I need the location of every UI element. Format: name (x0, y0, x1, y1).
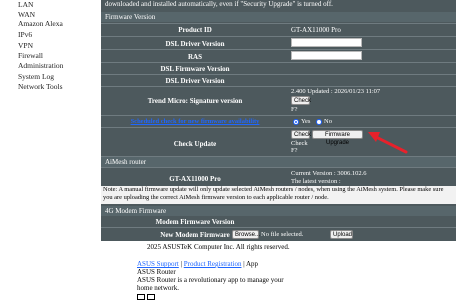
dsl-driver-input[interactable] (291, 38, 362, 47)
divider (101, 49, 456, 50)
copyright: 2025 ASUSTeK Computer Inc. All rights re… (147, 243, 290, 251)
ras-input[interactable] (291, 51, 362, 60)
trend-micro-label: Trend Micro: Signature version (147, 97, 243, 105)
no-file-selected: No file selected. (261, 231, 304, 238)
aimesh-model: GT-AX11000 Pro (169, 175, 221, 183)
scheduled-check-label[interactable]: Scheduled check for new firmware availab… (101, 118, 289, 125)
divider (101, 74, 456, 75)
trend-micro-status: F? (291, 106, 298, 113)
product-id-value: GT-AX11000 Pro (291, 26, 341, 34)
firmware-upgrade-button[interactable]: Firmware Upgrade (312, 130, 363, 146)
firmware-panel: downloaded and installed automatically, … (101, 0, 456, 232)
divider (101, 86, 456, 87)
sidebar-item-firewall[interactable]: Firewall (18, 51, 43, 60)
dsl-firmware-label: DSL Firmware Version (160, 65, 230, 73)
asus-support-link[interactable]: ASUS Support (137, 260, 179, 268)
aimesh-note: Note: A manual firmware update will only… (101, 186, 456, 204)
dsl-driver-label: DSL Driver Version (165, 40, 225, 48)
divider (101, 167, 456, 168)
product-id-label: Product ID (178, 26, 212, 34)
scheduled-no-radio[interactable] (316, 119, 322, 125)
firmware-version-section: Firmware Version (101, 12, 456, 22)
security-upgrade-note: downloaded and installed automatically, … (105, 0, 333, 8)
divider (101, 115, 456, 116)
check-update-button[interactable]: Check (291, 130, 311, 139)
divider (101, 36, 456, 37)
asus-router-desc-2: home network. (137, 284, 179, 292)
scheduled-yes-label: Yes (301, 118, 311, 125)
divider (101, 62, 456, 63)
new-modem-row: New Modem Firmware Browse... No file sel… (101, 228, 456, 241)
sidebar-item-wan[interactable]: WAN (18, 10, 35, 19)
aimesh-section: AiMesh router (101, 157, 456, 167)
app-text: | App (241, 260, 259, 268)
check-update-status-2: F? (291, 147, 298, 154)
asus-router-desc: ASUS Router is a revolutionary app to ma… (137, 276, 284, 284)
product-registration-link[interactable]: Product Registration (184, 260, 242, 268)
upload-button[interactable]: Upload (330, 230, 353, 239)
check-update-status: Check (291, 140, 308, 147)
qr-icon (147, 294, 155, 300)
trend-micro-version: 2.400 Updated : 2026/01/23 11:07 (291, 88, 381, 95)
sidebar-item-system-log[interactable]: System Log (18, 72, 54, 81)
dsl-driver-version-label: DSL Driver Version (165, 77, 225, 85)
qr-icon (137, 294, 145, 300)
trend-micro-check-button[interactable]: Check (291, 96, 311, 105)
footer-links: ASUS Support | Product Registration | Ap… (137, 260, 259, 268)
sidebar-item-lan[interactable]: LAN (18, 0, 33, 9)
sidebar-item-vpn[interactable]: VPN (18, 41, 33, 50)
aimesh-latest-version: The latest version : (291, 178, 341, 185)
check-update-label: Check Update (173, 140, 217, 148)
sidebar-item-amazon-alexa[interactable]: Amazon Alexa (18, 19, 63, 28)
sidebar-item-ipv6[interactable]: IPv6 (18, 30, 32, 39)
asus-router-title: ASUS Router (137, 268, 176, 276)
browse-button[interactable]: Browse... (232, 230, 260, 239)
fourg-section: 4G Modem Firmware (101, 206, 456, 216)
ras-label: RAS (187, 53, 202, 61)
scheduled-check-link[interactable]: Scheduled check for new firmware availab… (131, 118, 260, 125)
arrow-annotation-icon (368, 132, 408, 154)
sidebar-item-administration[interactable]: Administration (18, 61, 63, 70)
sidebar-item-network-tools[interactable]: Network Tools (18, 82, 63, 91)
divider (101, 23, 456, 24)
aimesh-current-version: Current Version : 3006.102.6 (291, 170, 367, 177)
modem-version-label: Modem Firmware Version (155, 218, 235, 226)
scheduled-no-label: No (324, 118, 332, 125)
scheduled-yes-radio[interactable] (293, 119, 299, 125)
